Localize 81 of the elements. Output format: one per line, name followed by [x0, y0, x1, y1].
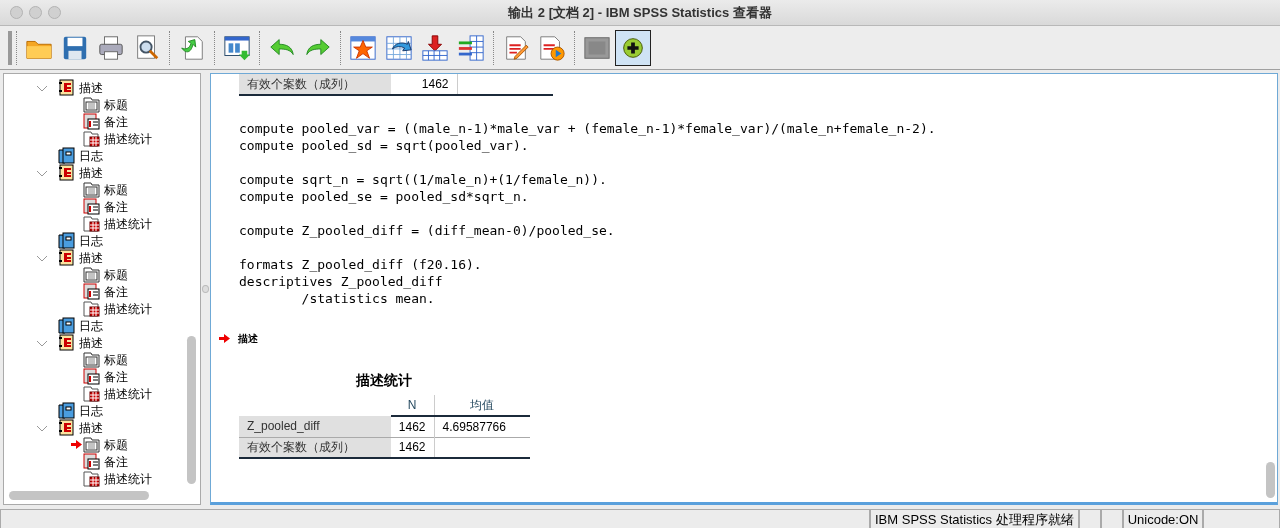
descriptives-book-icon: [58, 249, 75, 266]
title-page-icon: [83, 96, 100, 113]
table-page-icon: [83, 215, 100, 232]
descriptives-node[interactable]: 描述: [79, 163, 103, 182]
splitter-handle[interactable]: [202, 285, 209, 293]
table-row-label: 有效个案数（成列）: [239, 437, 391, 458]
table-page-icon: [83, 385, 100, 402]
notes-node[interactable]: 备注: [104, 112, 128, 131]
notes-node[interactable]: 备注: [104, 367, 128, 386]
scrollbar-thumb[interactable]: [9, 491, 149, 500]
syntax-line: compute pooled_se = pooled_sd*sqrt_n.: [239, 188, 530, 205]
descriptives-book-icon: [58, 419, 75, 436]
table-cell: 1462: [390, 416, 435, 437]
minimize-button[interactable]: [29, 6, 42, 19]
table-cell: 4.69587766: [434, 416, 530, 437]
window-title: 输出 2 [文档 2] - IBM SPSS Statistics 查看器: [508, 3, 772, 22]
notes-node[interactable]: 备注: [104, 282, 128, 301]
syntax-line: compute pooled_var = ((male_n-1)*male_var + (female_n-1)*female_var)/(male_n+female_n-2).: [239, 120, 937, 137]
statistics-table-node[interactable]: 描述统计: [104, 384, 152, 403]
title-node[interactable]: 标题: [104, 180, 128, 199]
notes-node[interactable]: 备注: [104, 452, 128, 471]
title-page-icon: [83, 436, 100, 453]
syntax-line: /statistics mean.: [300, 290, 436, 307]
syntax-line: compute Z_pooled_diff = (diff_mean-0)/pooled_se.: [239, 222, 616, 239]
encoding-status: Unicode:ON: [1122, 510, 1204, 528]
column-header: N: [390, 395, 435, 416]
column-header: 均值: [434, 395, 530, 416]
statistics-table-node[interactable]: 描述统计: [104, 469, 152, 488]
table-page-icon: [83, 470, 100, 487]
table-page-icon: [83, 300, 100, 317]
descriptives-node[interactable]: 描述: [79, 248, 103, 267]
output-heading: 描述: [238, 332, 258, 346]
table-row-label: 有效个案数（成列）: [239, 74, 391, 95]
toolbar-grip[interactable]: [8, 30, 12, 65]
syntax-line: compute sqrt_n = sqrt((1/male_n)+(1/female_n)).: [239, 171, 608, 188]
note-page-icon: [83, 283, 100, 300]
log-node[interactable]: 日志: [79, 146, 103, 165]
insert-row-icon: [421, 32, 449, 63]
title-page-icon: [83, 266, 100, 283]
note-page-icon: [83, 368, 100, 385]
descriptives-node[interactable]: 描述: [79, 333, 103, 352]
add-button[interactable]: [615, 29, 651, 66]
title-node[interactable]: 标题: [104, 95, 128, 114]
title-page-icon: [83, 181, 100, 198]
status-message: IBM SPSS Statistics 处理程序就绪: [870, 510, 1079, 528]
scrollbar-thumb[interactable]: [1266, 462, 1275, 498]
table-page-icon: [83, 130, 100, 147]
table-title: 描述统计: [355, 371, 413, 390]
log-node[interactable]: 日志: [79, 401, 103, 420]
log-node[interactable]: 日志: [79, 316, 103, 335]
title-node[interactable]: 标题: [104, 265, 128, 284]
syntax-line: descriptives Z_pooled_diff: [239, 273, 444, 290]
log-book-icon: [58, 232, 75, 249]
syntax-line: formats Z_pooled_diff (f20.16).: [239, 256, 483, 273]
table-row-label: Z_pooled_diff: [239, 416, 391, 437]
title-node[interactable]: 标题: [104, 435, 128, 454]
notes-node[interactable]: 备注: [104, 197, 128, 216]
log-book-icon: [58, 147, 75, 164]
title-node[interactable]: 标题: [104, 350, 128, 369]
descriptives-book-icon: [58, 164, 75, 181]
scrollbar-thumb[interactable]: [187, 336, 196, 484]
note-page-icon: [83, 113, 100, 130]
descriptives-book-icon: [58, 79, 75, 96]
descriptives-book-icon: [58, 334, 75, 351]
close-button[interactable]: [10, 6, 23, 19]
statistics-table-node[interactable]: 描述统计: [104, 214, 152, 233]
statistics-table-node[interactable]: 描述统计: [104, 299, 152, 318]
descriptives-node[interactable]: 描述: [79, 418, 103, 437]
note-page-icon: [83, 453, 100, 470]
log-node[interactable]: 日志: [79, 231, 103, 250]
syntax-line: compute pooled_sd = sqrt(pooled_var).: [239, 137, 530, 154]
note-page-icon: [83, 198, 100, 215]
log-book-icon: [58, 317, 75, 334]
variable-columns-icon: [457, 32, 485, 63]
statistics-table-node[interactable]: 描述统计: [104, 129, 152, 148]
table-cell: 1462: [390, 437, 435, 458]
zoom-button[interactable]: [48, 6, 61, 19]
log-book-icon: [58, 402, 75, 419]
descriptives-node[interactable]: 描述: [79, 78, 103, 97]
table-cell: 1462: [391, 74, 457, 95]
title-page-icon: [83, 351, 100, 368]
